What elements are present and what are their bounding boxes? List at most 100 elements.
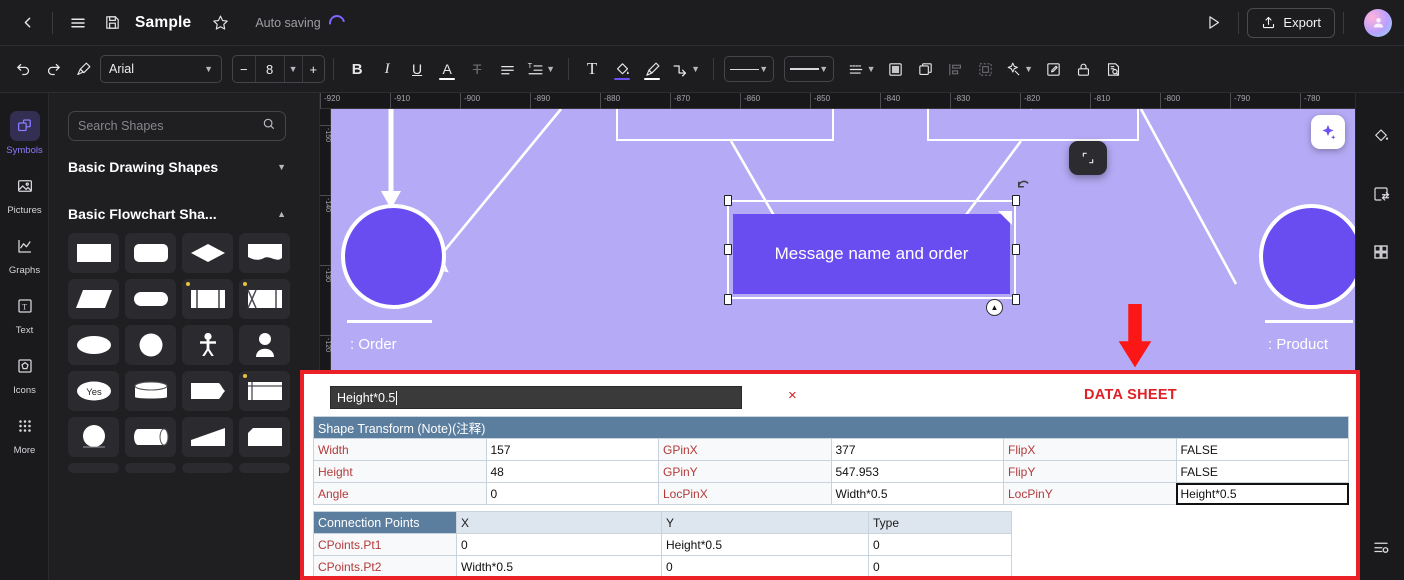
shape-wave-document[interactable] xyxy=(239,233,290,273)
shape-stadium-terminator[interactable] xyxy=(125,279,176,319)
shape-circle-connector[interactable] xyxy=(68,417,119,457)
row-value[interactable]: FALSE xyxy=(1175,438,1349,461)
cell-x[interactable]: 0 xyxy=(456,533,662,556)
shape-parallelogram[interactable] xyxy=(68,279,119,319)
font-size-value[interactable]: 8 xyxy=(254,56,285,82)
shape-partial-4[interactable] xyxy=(239,463,290,473)
shape-offpage-connector[interactable] xyxy=(239,417,290,457)
strikethrough-button[interactable]: T xyxy=(462,54,492,84)
play-present-icon[interactable] xyxy=(1196,6,1230,40)
font-family-select[interactable]: Arial ▼ xyxy=(100,55,222,83)
group-basic-flowchart-shapes[interactable]: Basic Flowchart Sha... ▲ xyxy=(68,203,286,225)
row-value[interactable]: 547.953 xyxy=(830,460,1004,483)
font-size-stepper[interactable]: − 8 ▼ + xyxy=(232,55,326,83)
cell-type[interactable]: 0 xyxy=(868,555,1012,576)
star-icon[interactable] xyxy=(203,6,237,40)
underline-button[interactable]: U xyxy=(402,54,432,84)
distribute-icon[interactable] xyxy=(940,54,970,84)
formula-input[interactable]: Height*0.5 xyxy=(330,386,742,409)
search-icon[interactable] xyxy=(262,117,276,136)
resize-handle-ne[interactable] xyxy=(1012,195,1020,206)
properties-panel-button[interactable] xyxy=(1356,173,1404,219)
shape-database-cylinder[interactable] xyxy=(125,371,176,411)
fill-bucket-icon[interactable] xyxy=(607,54,637,84)
list-settings-button[interactable] xyxy=(1356,526,1404,572)
lock-icon[interactable] xyxy=(1068,54,1098,84)
align-left-icon[interactable] xyxy=(492,54,522,84)
row-value[interactable]: 48 xyxy=(485,460,659,483)
shape-partial-2[interactable] xyxy=(125,463,176,473)
document-search-icon[interactable] xyxy=(1098,54,1128,84)
close-icon[interactable]: × xyxy=(788,387,797,404)
resize-handle-nw[interactable] xyxy=(724,195,732,206)
undo-icon[interactable] xyxy=(8,54,38,84)
shape-card[interactable] xyxy=(239,371,290,411)
selected-cell-locpiny[interactable]: Height*0.5 xyxy=(1175,482,1349,505)
cell-y[interactable]: 0 xyxy=(661,555,869,576)
shape-tape-data[interactable] xyxy=(182,371,233,411)
row-value[interactable]: 157 xyxy=(485,438,659,461)
redo-icon[interactable] xyxy=(38,54,68,84)
shape-diamond[interactable] xyxy=(182,233,233,273)
selected-shape[interactable]: Message name and order xyxy=(733,214,1010,294)
row-value[interactable]: 0 xyxy=(485,482,659,505)
components-panel-button[interactable] xyxy=(1356,231,1404,277)
cell-type[interactable]: 0 xyxy=(868,533,1012,556)
shape-action-button[interactable]: ▲ xyxy=(986,299,1003,316)
shape-internal-storage[interactable] xyxy=(239,279,290,319)
font-size-chevron-down-icon[interactable]: ▼ xyxy=(285,56,303,82)
shape-predefined-process[interactable] xyxy=(182,279,233,319)
row-value[interactable]: 377 xyxy=(830,438,1004,461)
resize-handle-se[interactable] xyxy=(1012,294,1020,305)
shape-rectangle[interactable] xyxy=(68,233,119,273)
document-title[interactable]: Sample xyxy=(135,14,191,32)
resize-handle-sw[interactable] xyxy=(724,294,732,305)
hamburger-menu-icon[interactable] xyxy=(61,6,95,40)
lifeline-product[interactable]: : Product xyxy=(1259,204,1355,374)
sidebar-item-graphs[interactable]: Graphs xyxy=(0,223,49,283)
shape-decision-yes[interactable]: Yes xyxy=(68,371,119,411)
lifeline-order[interactable]: : Order xyxy=(341,204,446,374)
shape-direct-access-storage[interactable] xyxy=(125,417,176,457)
shape-trapezoid-taper[interactable] xyxy=(182,417,233,457)
resize-handle-w[interactable] xyxy=(724,244,732,255)
cell-x[interactable]: Width*0.5 xyxy=(456,555,662,576)
sidebar-item-pictures[interactable]: Pictures xyxy=(0,163,49,223)
shape-rounded-rectangle[interactable] xyxy=(125,233,176,273)
layers-icon[interactable] xyxy=(910,54,940,84)
brush-icon[interactable] xyxy=(637,54,667,84)
sidebar-item-symbols[interactable]: Symbols xyxy=(0,103,49,163)
horizontal-ruler[interactable]: -920 -910 -900 -890 -880 -870 -860 -850 … xyxy=(320,93,1355,109)
font-size-decrease[interactable]: − xyxy=(233,56,255,82)
line-weight-icon[interactable]: ▼ xyxy=(784,56,835,82)
sidebar-item-more[interactable]: More xyxy=(0,403,49,463)
edit-pencil-icon[interactable] xyxy=(1038,54,1068,84)
rotate-handle-icon[interactable] xyxy=(1015,177,1033,195)
shape-user-avatar[interactable] xyxy=(239,325,290,365)
duplicate-icon[interactable] xyxy=(880,54,910,84)
search-shapes-field[interactable] xyxy=(68,111,286,141)
shape-circle[interactable] xyxy=(125,325,176,365)
back-button[interactable] xyxy=(10,6,44,40)
sidebar-item-icons[interactable]: Icons xyxy=(0,343,49,403)
format-painter-icon[interactable] xyxy=(68,54,98,84)
font-size-increase[interactable]: + xyxy=(303,56,325,82)
bold-button[interactable]: B xyxy=(342,54,372,84)
search-input[interactable] xyxy=(78,119,262,133)
avatar[interactable] xyxy=(1364,8,1392,37)
line-style-icon[interactable]: ▼ xyxy=(724,56,775,82)
row-value[interactable]: FALSE xyxy=(1175,460,1349,483)
group-icon[interactable] xyxy=(970,54,1000,84)
style-panel-button[interactable] xyxy=(1356,115,1404,161)
textbox-button[interactable]: T xyxy=(577,54,607,84)
font-color-button[interactable]: A xyxy=(432,54,462,84)
shape-person-actor[interactable] xyxy=(182,325,233,365)
fit-selection-icon[interactable] xyxy=(1069,141,1107,175)
connector-icon[interactable]: ▼ xyxy=(667,54,705,84)
italic-button[interactable]: I xyxy=(372,54,402,84)
resize-handle-e[interactable] xyxy=(1012,244,1020,255)
sidebar-item-text[interactable]: T Text xyxy=(0,283,49,343)
shape-partial-1[interactable] xyxy=(68,463,119,473)
floppy-save-icon[interactable] xyxy=(95,6,129,40)
group-basic-drawing-shapes[interactable]: Basic Drawing Shapes ▼ xyxy=(68,156,286,178)
